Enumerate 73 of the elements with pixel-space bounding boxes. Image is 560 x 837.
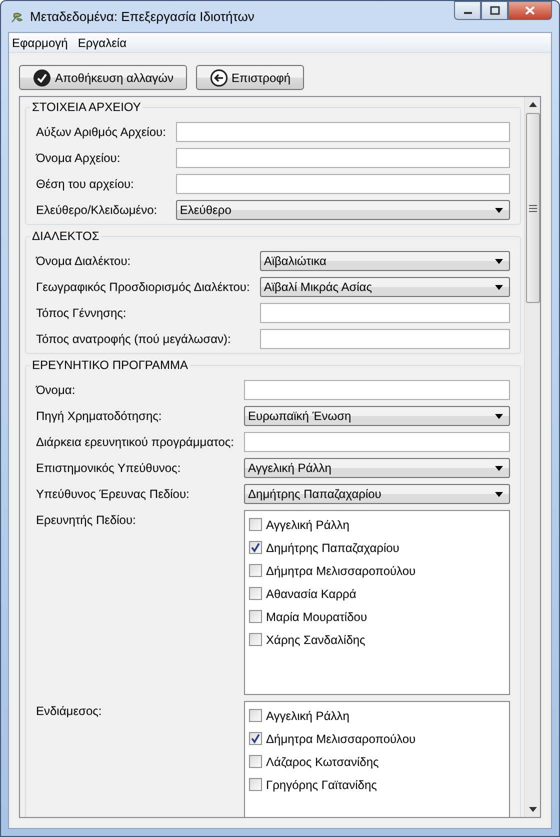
text-field[interactable] <box>260 329 510 349</box>
field-label: Επιστημονικός Υπεύθυνος: <box>36 460 182 477</box>
text-field[interactable] <box>176 122 510 142</box>
maximize-button[interactable] <box>481 1 508 20</box>
checkbox[interactable] <box>249 610 262 623</box>
field-label: Υπεύθυνος Έρευνας Πεδίου: <box>36 486 190 503</box>
checkbox[interactable] <box>249 633 262 646</box>
close-button[interactable] <box>508 1 552 20</box>
text-field[interactable] <box>244 432 510 452</box>
field-label: Ενδιάμεσος: <box>36 703 103 720</box>
group-title: ΕΡΕΥΝΗΤΙΚΟ ΠΡΟΓΡΑΜΜΑ <box>31 358 190 372</box>
checkbox-label: Δήμητρα Μελισσαροπούλου <box>266 564 416 578</box>
field-label: Διάρκεια ερευνητικού προγράμματος: <box>36 434 234 451</box>
field-label: Όνομα Αρχείου: <box>36 150 122 167</box>
scroll-up-icon <box>528 102 536 107</box>
checkbox-label: Δήμητρα Μελισσαροπούλου <box>266 732 416 746</box>
field-label: Τόπος ανατροφής (πού μεγάλωσαν): <box>36 331 232 348</box>
dropdown[interactable]: Αγγελική Ράλλη <box>244 458 510 478</box>
checkbox-label: Αθανασία Καρρά <box>266 586 356 600</box>
scroll-down-icon <box>528 807 536 812</box>
menu-item[interactable]: Εργαλεία <box>78 36 127 50</box>
dropdown-arrow-icon <box>495 414 503 418</box>
leaf-icon <box>10 10 24 24</box>
dropdown[interactable]: Δημήτρης Παπαζαχαρίου <box>244 484 510 504</box>
text-field[interactable] <box>176 148 510 168</box>
field-label: Ερευνητής Πεδίου: <box>36 512 137 529</box>
menu-item[interactable]: Εφαρμογή <box>12 36 68 50</box>
checkbox-label: Χάρης Σανδαλίδης <box>266 632 366 646</box>
checkbox[interactable] <box>249 778 262 791</box>
dropdown-arrow-icon <box>495 284 503 290</box>
checkbox[interactable] <box>249 755 262 768</box>
minimize-button[interactable] <box>454 1 481 20</box>
text-field[interactable] <box>176 174 510 194</box>
field-label: Όνομα Διαλέκτου: <box>36 253 132 270</box>
checkbox[interactable] <box>249 732 262 745</box>
field-label: Τόπος Γέννησης: <box>36 305 128 322</box>
field-label: Ελεύθερο/Κλειδωμένο: <box>36 202 158 219</box>
checkbox[interactable] <box>249 709 262 722</box>
scrollbar-thumb[interactable] <box>526 113 540 303</box>
dropdown-arrow-icon <box>495 208 503 212</box>
grip-icon <box>528 204 536 212</box>
text-field[interactable] <box>260 303 510 323</box>
checkbox-label: Αγγελική Ράλλη <box>266 708 350 722</box>
dropdown-arrow-icon <box>495 492 503 496</box>
back-button[interactable]: Επιστροφή <box>196 65 304 90</box>
close-icon <box>525 6 535 15</box>
checkbox[interactable] <box>249 541 262 554</box>
field-label: Όνομα: <box>36 382 76 399</box>
dropdown-arrow-icon <box>495 258 503 264</box>
checkbox[interactable] <box>249 587 262 600</box>
dropdown-arrow-icon <box>495 466 503 470</box>
text-field[interactable] <box>244 380 510 400</box>
maximize-icon <box>490 6 500 15</box>
dropdown[interactable]: Ευρωπαϊκή Ένωση <box>244 406 510 426</box>
dropdown[interactable]: Αϊβαλί Μικράς Ασίας <box>260 277 510 297</box>
field-label: Θέση του αρχείου: <box>36 176 135 193</box>
field-label: Γεωγραφικός Προσδιορισμός Διαλέκτου: <box>36 279 250 296</box>
checkbox-label: Λάζαρος Κωτσανίδης <box>266 754 379 768</box>
group-title: ΔΙΑΛΕΚΤΟΣ <box>31 229 100 243</box>
checkbox[interactable] <box>249 564 262 577</box>
checkbox-label: Μαρία Μουρατίδου <box>266 610 368 624</box>
field-label: Αύξων Αριθμός Αρχείου: <box>36 124 166 141</box>
dropdown[interactable]: Ελεύθερο <box>176 200 510 220</box>
checkbox[interactable] <box>249 518 262 531</box>
checkbox-label: Γρηγόρης Γαϊτανίδης <box>266 778 377 792</box>
checkbox-label: Αγγελική Ράλλη <box>266 518 350 532</box>
checkbox-label: Δημήτρης Παπαζαχαρίου <box>266 540 400 554</box>
field-label: Πηγή Χρηματοδότησης: <box>36 408 163 425</box>
dropdown[interactable]: Αϊβαλιώτικα <box>260 251 510 271</box>
save-button[interactable]: Αποθήκευση αλλαγών <box>19 65 187 90</box>
checkmark-icon <box>33 68 51 86</box>
window-title: Μεταδεδομένα: Επεξεργασία Ιδιοτήτων <box>30 9 256 24</box>
group-title: ΣΤΟΙΧΕΙΑ ΑΡΧΕΙΟΥ <box>31 100 142 114</box>
